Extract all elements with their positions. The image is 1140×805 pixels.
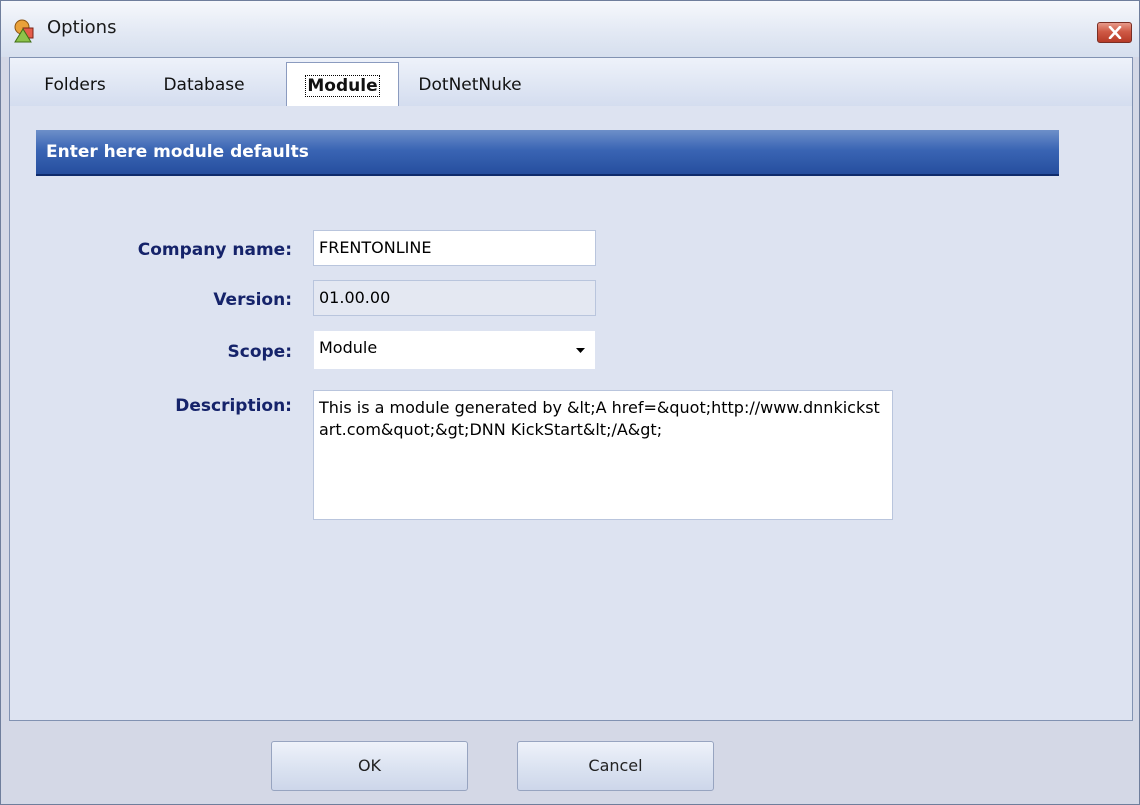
window-title: Options <box>47 17 117 38</box>
section-header: Enter here module defaults <box>36 130 1059 176</box>
version-label: Version: <box>213 290 292 310</box>
section-header-text: Enter here module defaults <box>46 142 309 162</box>
dialog-client-area: Folders Database Module DotNetNuke Enter… <box>9 57 1133 721</box>
cancel-button[interactable]: Cancel <box>517 741 714 791</box>
chevron-down-icon[interactable] <box>576 348 585 354</box>
scope-selected-value: Module <box>319 338 378 357</box>
module-tab-panel: Enter here module defaults Company name:… <box>10 106 1132 720</box>
tab-strip: Folders Database Module DotNetNuke <box>10 58 1132 107</box>
tab-module[interactable]: Module <box>286 62 399 107</box>
tab-label: Folders <box>44 75 106 95</box>
options-dialog: Options Folders Database Module DotNetNu… <box>0 0 1140 805</box>
tab-database[interactable]: Database <box>141 62 267 106</box>
scope-dropdown[interactable]: Module <box>313 330 596 370</box>
description-textarea[interactable]: This is a module generated by &lt;A href… <box>313 390 893 520</box>
scope-label: Scope: <box>227 342 293 362</box>
company-name-field[interactable]: FRENTONLINE <box>313 230 596 266</box>
close-icon <box>1108 26 1122 39</box>
version-field: 01.00.00 <box>313 280 596 316</box>
app-icon <box>14 19 34 43</box>
tab-label: Database <box>163 75 245 95</box>
tab-dotnetnuke[interactable]: DotNetNuke <box>400 62 540 106</box>
tab-label: DotNetNuke <box>418 75 522 95</box>
description-label: Description: <box>175 396 292 416</box>
ok-button[interactable]: OK <box>271 741 468 791</box>
tab-folders[interactable]: Folders <box>27 62 123 106</box>
title-bar[interactable]: Options <box>1 1 1139 57</box>
company-name-label: Company name: <box>137 240 292 260</box>
close-button[interactable] <box>1097 22 1132 43</box>
tab-label: Module <box>305 75 380 97</box>
